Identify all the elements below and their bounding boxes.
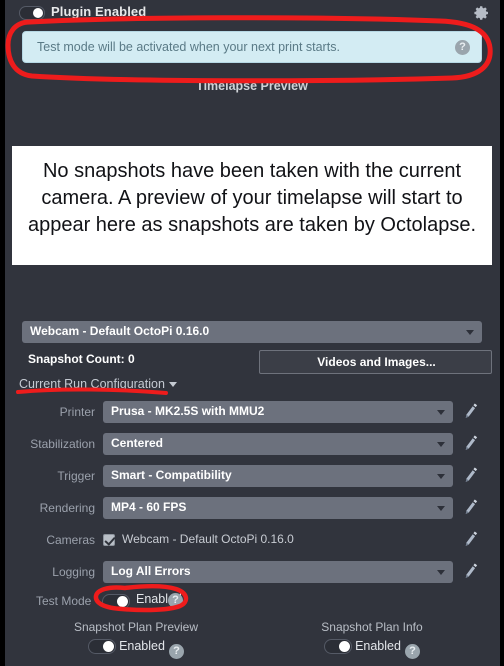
- annotation-overlay: [5, 15, 493, 613]
- annotation-ellipse-alert: [5, 15, 493, 84]
- annotation-underline-current-run-config: [16, 387, 168, 395]
- octolapse-panel: Plugin Enabled Test mode will be activat…: [0, 0, 504, 666]
- annotation-ellipse-test-mode: [93, 584, 189, 613]
